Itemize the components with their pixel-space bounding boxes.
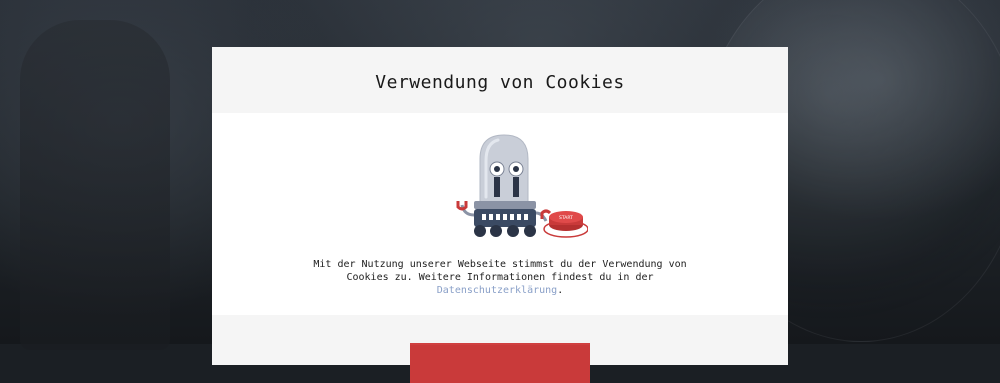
dialog-header: Verwendung von Cookies: [212, 47, 788, 113]
dialog-footer: [212, 315, 788, 383]
message-line-3: Datenschutzerklärung.: [212, 284, 788, 297]
link-suffix: .: [557, 285, 564, 296]
background-figure: [20, 20, 170, 350]
dialog-title: Verwendung von Cookies: [375, 71, 625, 93]
privacy-policy-link[interactable]: Datenschutzerklärung: [437, 285, 557, 296]
accept-cookies-button[interactable]: [410, 343, 590, 383]
cookie-consent-dialog: Verwendung von Cookies START Mit der Nut…: [212, 47, 788, 383]
start-label: START: [559, 215, 573, 221]
dialog-body: START Mit der Nutzung unserer Webseite s…: [212, 113, 788, 315]
message-line-1: Mit der Nutzung unserer Webseite stimmst…: [313, 259, 687, 270]
message-line-2: Cookies zu. Weitere Informationen findes…: [346, 272, 654, 283]
cookie-message: Mit der Nutzung unserer Webseite stimmst…: [212, 258, 788, 297]
robot-pressing-button-icon: START: [456, 134, 588, 238]
